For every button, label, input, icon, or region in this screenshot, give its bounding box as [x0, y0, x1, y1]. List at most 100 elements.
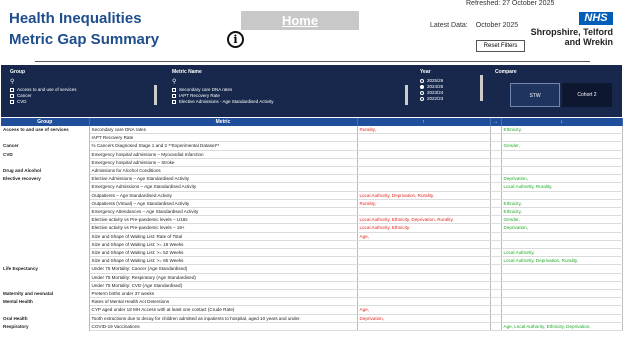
no-change-cell: [490, 264, 502, 274]
increase-cell: [357, 256, 491, 266]
decrease-cell: [501, 305, 623, 315]
table-row[interactable]: Life Expectancy Under 75 Mortality: Cance…: [1, 264, 623, 274]
year-scrollbar[interactable]: [480, 75, 483, 101]
metric-cell: IAPT Recovery Rate: [89, 133, 358, 143]
col-header-down[interactable]: ↓: [501, 118, 623, 126]
group-option-label: Access to and use of services: [17, 87, 77, 92]
search-icon[interactable]: ⚲: [10, 78, 160, 85]
table-row[interactable]: Elective activity vs Pre-pandemic levels…: [1, 215, 623, 225]
decrease-cell: [501, 150, 623, 159]
page-title: Health Inequalities: [9, 10, 142, 27]
org-name-line1: Shropshire, Telford: [530, 27, 613, 37]
metric-cell: Emergency Admissions – Age Standardised …: [89, 182, 358, 192]
no-change-cell: [490, 141, 502, 151]
metric-cell: Admissions for Alcohol Conditions: [89, 166, 358, 176]
metric-cell: Outpatients – Age Standardised Activity: [89, 191, 358, 200]
no-change-cell: [490, 281, 502, 291]
decrease-cell: [501, 191, 623, 200]
no-change-cell: [490, 232, 502, 241]
home-button[interactable]: Home: [241, 11, 359, 30]
group-cell: Maternity and neonatal: [1, 289, 90, 298]
table-row[interactable]: Size and Shape of Waiting List: Rate of …: [1, 232, 623, 241]
group-cell: CVD: [1, 150, 90, 159]
group-cell: Mental Health: [1, 297, 90, 306]
table-row[interactable]: CVD Emergency hospital admissions – Myoca…: [1, 150, 623, 159]
increase-cell: [357, 240, 491, 250]
metric-filter: Metric Name ⚲ Secondary care DNA rates I…: [172, 69, 407, 114]
no-change-cell: [490, 126, 502, 135]
year-option-label: 2025/26: [427, 78, 444, 83]
table-row[interactable]: CYP aged under 18 MH Access with at leas…: [1, 305, 623, 315]
group-cell: [1, 223, 90, 233]
org-name-line2: and Wrekin: [564, 37, 613, 47]
no-change-cell: [490, 248, 502, 258]
group-scrollbar[interactable]: [154, 85, 157, 105]
group-cell: [1, 158, 90, 167]
reset-filters-button[interactable]: Reset Filters: [476, 40, 525, 52]
table-row[interactable]: Size and Shape of Waiting List: >= 18 We…: [1, 240, 623, 250]
metric-cell: Preterm births under 37 weeks: [89, 289, 358, 299]
metric-option[interactable]: Elective Admissions - Age Standardised A…: [172, 99, 407, 105]
table-row[interactable]: Mental Health Rates of Mental Health Act …: [1, 297, 623, 307]
increase-cell: Local Authority, Ethnicity, Deprivation,…: [357, 215, 491, 225]
decrease-cell: [501, 289, 623, 299]
metric-cell: Size and Shape of Waiting List: >= 65 We…: [89, 256, 358, 266]
table-row[interactable]: Emergency hospital admissions – Stroke: [1, 158, 623, 168]
increase-cell: [357, 158, 491, 168]
year-option-label: 2022/23: [427, 96, 444, 101]
table-row[interactable]: Respiratory COVID-19 Vaccinations Age, Loc…: [1, 322, 623, 332]
increase-cell: Deprivation,: [357, 314, 491, 323]
decrease-cell: [501, 240, 623, 250]
table-row[interactable]: Elective recovery Elective Admissions – A…: [1, 174, 623, 184]
group-cell: Oral Health: [1, 314, 90, 323]
compare-stw-button[interactable]: STW: [510, 83, 560, 107]
decrease-cell: [501, 297, 623, 307]
group-option[interactable]: CVD: [10, 99, 160, 105]
table-row[interactable]: Drug and Alcohol Admissions for Alcohol C…: [1, 166, 623, 176]
table-row[interactable]: Emergency Attendances – Age Standardised…: [1, 207, 623, 217]
metric-scrollbar[interactable]: [405, 85, 408, 105]
table-row[interactable]: Emergency Admissions – Age Standardised …: [1, 182, 623, 192]
table-row[interactable]: Access to and use of services Secondary c…: [1, 126, 623, 135]
decrease-cell: [501, 273, 623, 282]
group-cell: [1, 232, 90, 241]
group-option-label: Cancer: [17, 93, 32, 98]
table-row[interactable]: Cancer% Cancers Diagnosed Stage 1 and 2 …: [1, 141, 623, 151]
group-cell: [1, 281, 90, 290]
col-header-group[interactable]: Group: [1, 118, 90, 126]
increase-cell: [357, 297, 491, 307]
group-cell: Drug and Alcohol: [1, 166, 90, 175]
table-row[interactable]: Outpatients (Virtual) – Age Standardised…: [1, 199, 623, 209]
table-row[interactable]: Size and Shape of Waiting List: >= 65 We…: [1, 256, 623, 266]
table-row[interactable]: Size and Shape of Waiting List: >= 52 We…: [1, 248, 623, 258]
table-row[interactable]: IAPT Recovery Rate: [1, 133, 623, 143]
year-option-label: 2024/25: [427, 84, 444, 89]
no-change-cell: [490, 297, 502, 307]
search-icon[interactable]: ⚲: [172, 78, 407, 85]
group-cell: Cancer: [1, 141, 90, 151]
metric-cell: Tooth extractions due to decay for child…: [89, 314, 358, 323]
no-change-cell: [490, 256, 502, 266]
col-header-flat[interactable]: →: [490, 118, 502, 126]
metric-cell: Elective activity vs Pre-pandemic levels…: [89, 215, 358, 225]
decrease-cell: [501, 281, 623, 291]
group-cell: [1, 207, 90, 216]
group-cell: [1, 273, 90, 282]
increase-cell: [357, 289, 491, 299]
no-change-cell: [490, 150, 502, 159]
no-change-cell: [490, 174, 502, 184]
table-row[interactable]: Under 75 Mortality: Respiratory (Age Sta…: [1, 273, 623, 282]
group-cell: [1, 240, 90, 249]
group-cell: [1, 256, 90, 265]
decrease-cell: Ethnicity,: [501, 199, 623, 209]
table-row[interactable]: Maternity and neonatal Preterm births und…: [1, 289, 623, 299]
col-header-metric[interactable]: Metric: [89, 118, 358, 126]
table-row[interactable]: Outpatients – Age Standardised Activity L…: [1, 191, 623, 200]
col-header-up[interactable]: ↑: [357, 118, 491, 126]
table-row[interactable]: Oral Health Tooth extractions due to deca…: [1, 314, 623, 323]
group-cell: [1, 199, 90, 208]
compare-cohort-button[interactable]: Cohort 2: [562, 83, 612, 107]
info-icon[interactable]: i: [227, 31, 244, 48]
table-row[interactable]: Elective activity vs Pre-pandemic levels…: [1, 223, 623, 233]
table-row[interactable]: Under 75 Mortality: CVD (Age Standardise…: [1, 281, 623, 291]
